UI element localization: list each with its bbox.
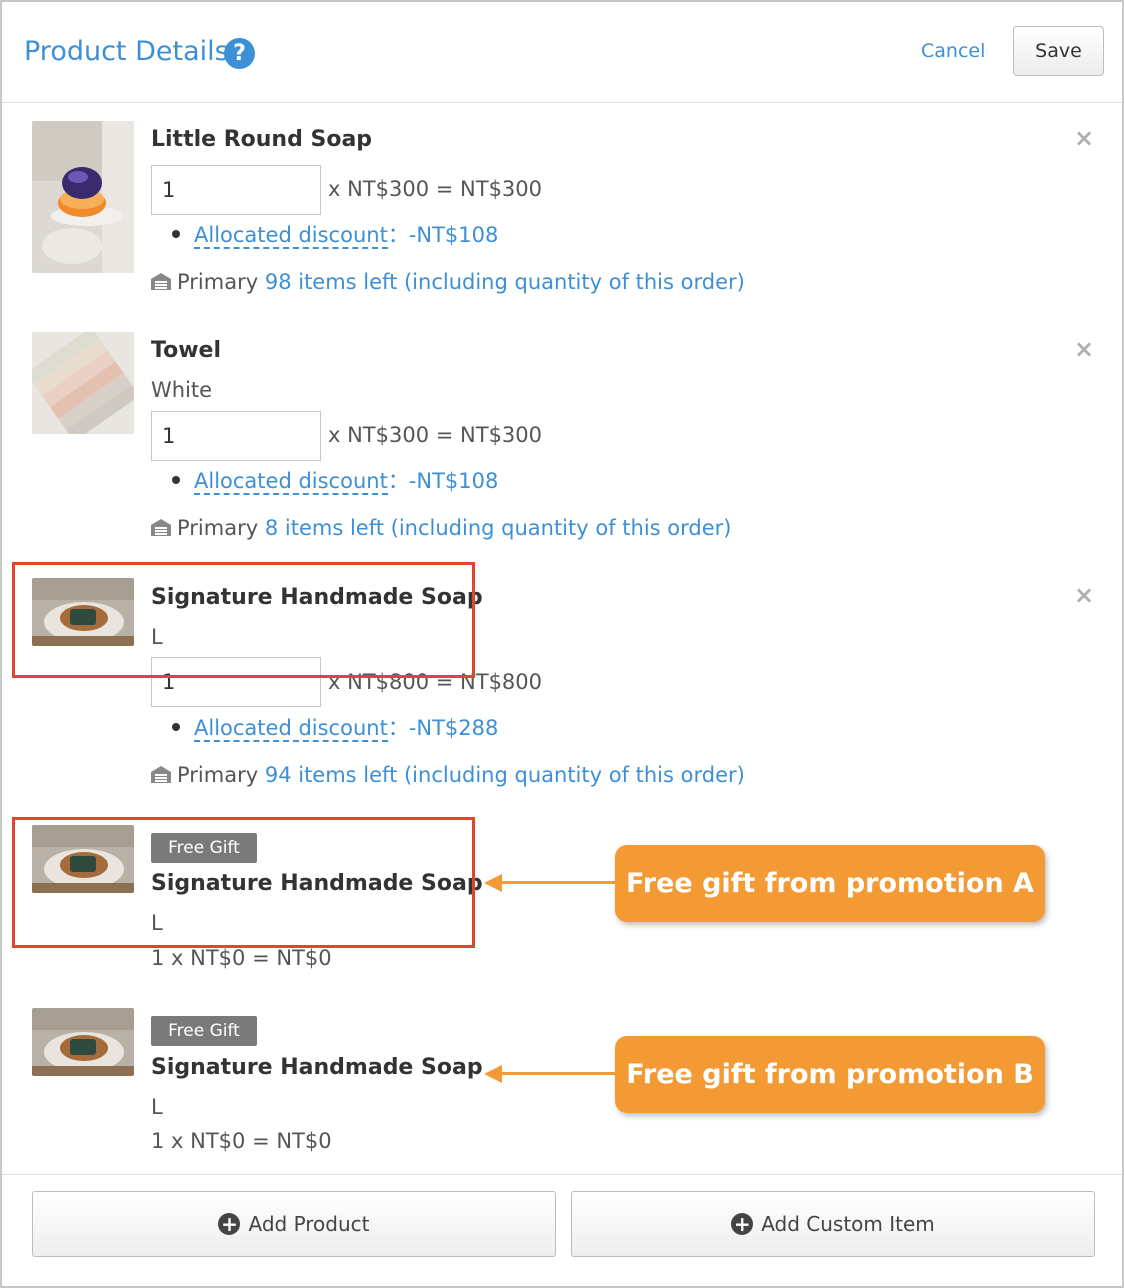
warehouse-icon [151, 273, 171, 290]
save-button[interactable]: Save [1013, 26, 1104, 76]
allocated-discount: Allocated discount：-NT$108 [172, 219, 498, 249]
cancel-button[interactable]: Cancel [921, 40, 985, 62]
bullet-icon [172, 476, 180, 484]
page-title: Product Details [24, 36, 229, 67]
bullet-icon [172, 723, 180, 731]
warehouse-icon [151, 519, 171, 536]
plus-circle-icon: + [731, 1212, 754, 1235]
gift-price-line: 1 x NT$0 = NT$0 [151, 1129, 332, 1153]
remove-item-icon[interactable]: × [1074, 335, 1094, 363]
product-details-panel: Product Details ? Cancel Save Little Rou… [0, 0, 1124, 1288]
allocated-discount-link[interactable]: Allocated discount [194, 716, 388, 742]
stock-link[interactable]: 8 items left (including quantity of this… [265, 516, 732, 540]
stock-location: Primary [177, 270, 259, 294]
price-line: x NT$300 = NT$300 [328, 423, 543, 447]
add-product-label: Add Product [248, 1212, 370, 1236]
product-name: Little Round Soap [151, 127, 373, 152]
highlight-box [12, 562, 475, 678]
callout-promotion-a: Free gift from promotion A [615, 845, 1045, 922]
stock-location: Primary [177, 516, 259, 540]
allocated-discount-link[interactable]: Allocated discount [194, 469, 388, 495]
discount-value: ：-NT$288 [387, 716, 499, 740]
stock-info: Primary 8 items left (including quantity… [151, 516, 731, 540]
plus-circle-icon: + [218, 1212, 241, 1235]
arrow-line [499, 881, 615, 884]
stock-info: Primary 98 items left (including quantit… [151, 270, 745, 294]
discount-value: ：-NT$108 [387, 469, 499, 493]
price-line: x NT$300 = NT$300 [328, 177, 543, 201]
product-variant: White [151, 378, 213, 402]
stock-link[interactable]: 94 items left (including quantity of thi… [265, 763, 745, 787]
stock-info: Primary 94 items left (including quantit… [151, 763, 745, 787]
product-thumbnail-round-soap [32, 121, 134, 273]
gift-price-line: 1 x NT$0 = NT$0 [151, 946, 332, 970]
gift-thumbnail-handmade-soap [32, 1008, 134, 1076]
bullet-icon [172, 230, 180, 238]
gift-variant: L [151, 1095, 163, 1119]
remove-item-icon[interactable]: × [1074, 124, 1094, 152]
gift-name: Signature Handmade Soap [151, 1055, 483, 1080]
product-name: Towel [151, 338, 221, 363]
callout-promotion-b: Free gift from promotion B [615, 1036, 1045, 1113]
panel-footer: + Add Product + Add Custom Item [2, 1174, 1122, 1288]
free-gift-badge: Free Gift [151, 1016, 257, 1046]
add-custom-item-label: Add Custom Item [761, 1212, 935, 1236]
allocated-discount: Allocated discount：-NT$108 [172, 465, 498, 495]
help-icon[interactable]: ? [224, 38, 255, 69]
remove-item-icon[interactable]: × [1074, 581, 1094, 609]
arrow-line [499, 1072, 615, 1075]
quantity-input[interactable]: 1 [151, 165, 321, 215]
add-product-button[interactable]: + Add Product [32, 1191, 556, 1257]
add-custom-item-button[interactable]: + Add Custom Item [571, 1191, 1095, 1257]
warehouse-icon [151, 766, 171, 783]
allocated-discount-link[interactable]: Allocated discount [194, 223, 388, 249]
panel-header: Product Details ? Cancel Save [2, 2, 1122, 103]
discount-value: ：-NT$108 [387, 223, 499, 247]
stock-link[interactable]: 98 items left (including quantity of thi… [265, 270, 745, 294]
stock-location: Primary [177, 763, 259, 787]
highlight-box [12, 817, 475, 948]
product-thumbnail-towel [32, 332, 134, 434]
allocated-discount: Allocated discount：-NT$288 [172, 712, 498, 742]
quantity-input[interactable]: 1 [151, 411, 321, 461]
